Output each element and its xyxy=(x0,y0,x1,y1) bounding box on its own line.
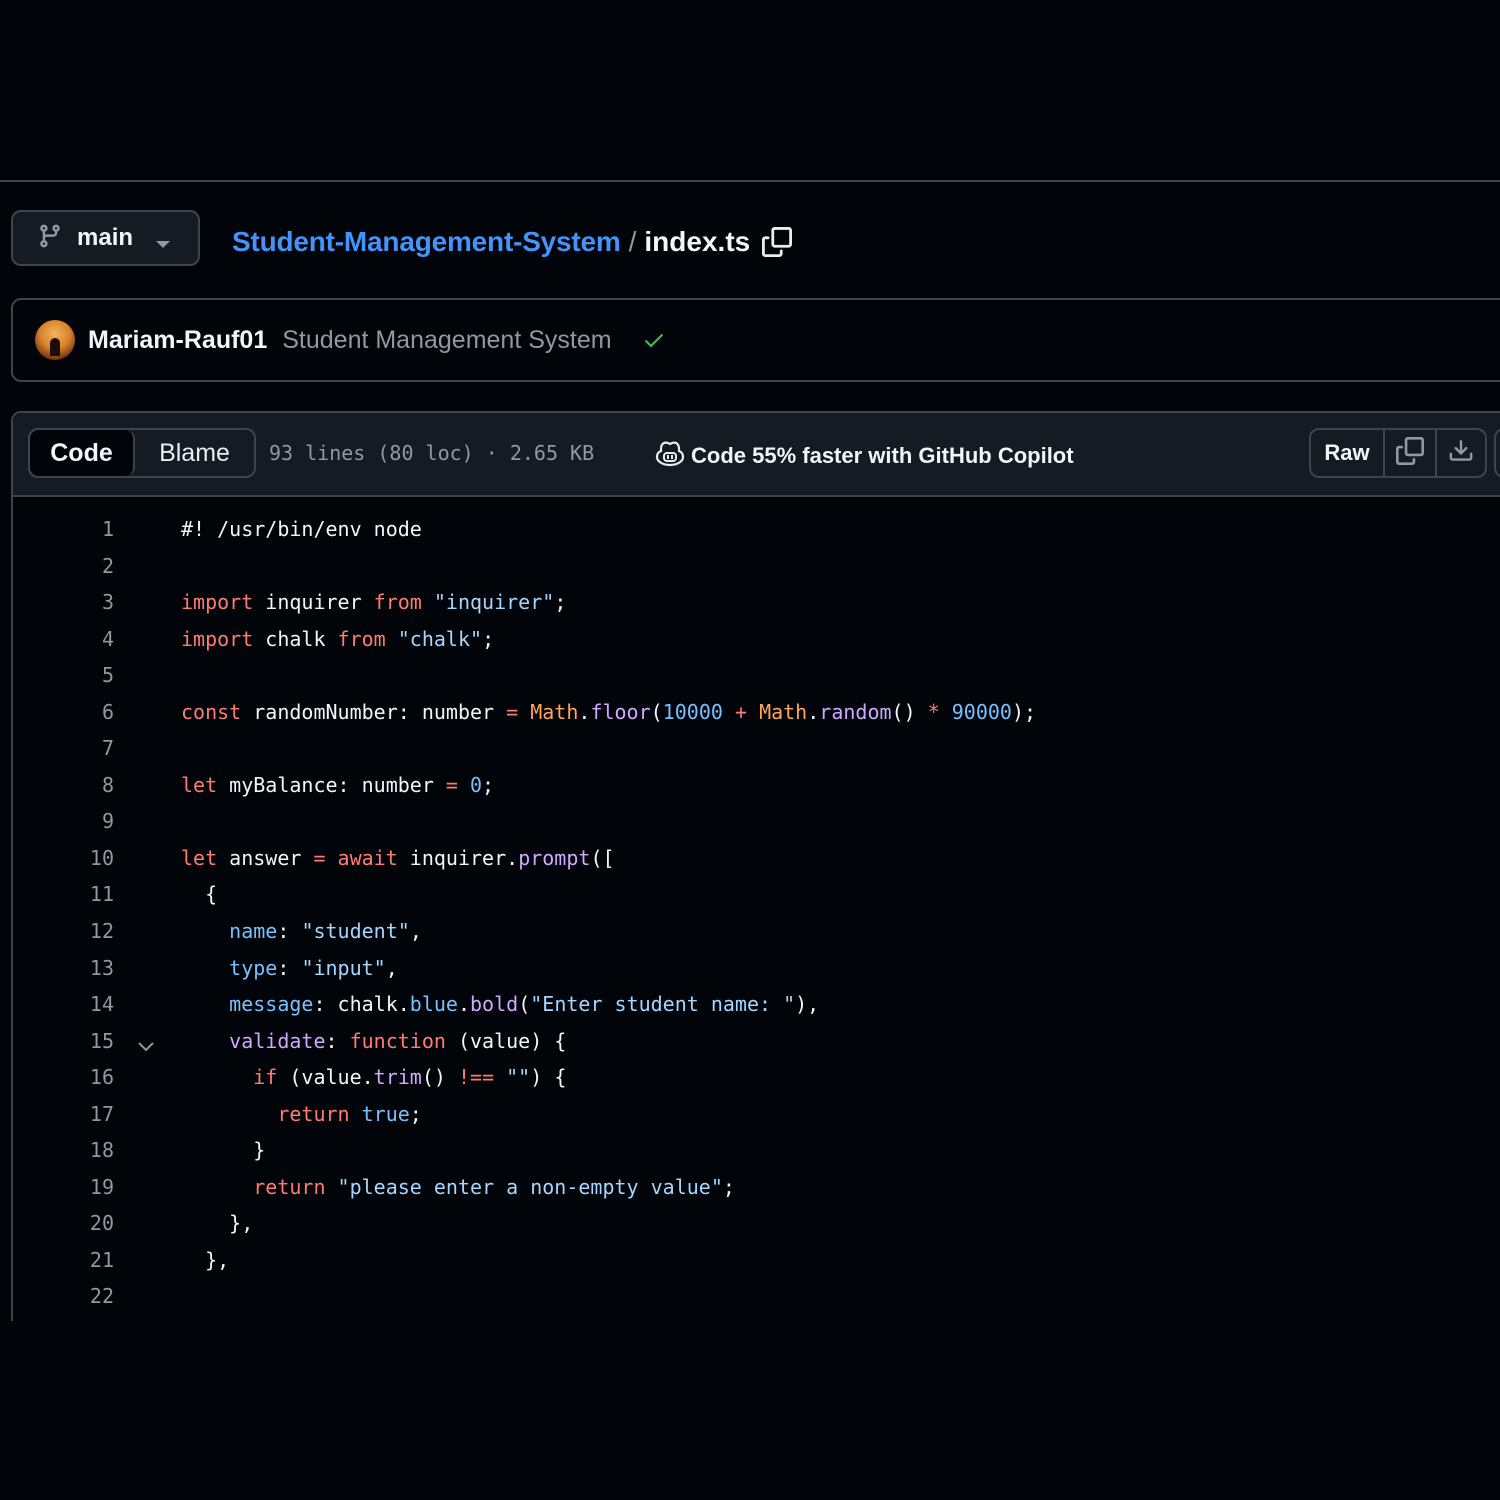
chevron-down-icon xyxy=(156,236,170,254)
line-number[interactable]: 15 xyxy=(34,1023,114,1060)
code-line: 14 message: chalk.blue.bold("Enter stude… xyxy=(13,986,1500,1023)
download-icon xyxy=(1448,438,1474,469)
code-view[interactable]: 1 #! /usr/bin/env node 2 3 import inquirer f… xyxy=(13,511,1500,1315)
file-header: Code Blame 93 lines (80 loc) · 2.65 KB C… xyxy=(13,413,1500,497)
breadcrumb: Student-Management-System / index.ts xyxy=(232,222,793,262)
check-icon[interactable] xyxy=(642,328,666,352)
line-number[interactable]: 10 xyxy=(34,840,114,877)
breadcrumb-separator: / xyxy=(628,226,637,257)
code-text: }, xyxy=(181,1247,230,1272)
code-line: 20 }, xyxy=(13,1205,1500,1242)
file-meta: 93 lines (80 loc) · 2.65 KB xyxy=(269,441,595,465)
line-number[interactable]: 17 xyxy=(34,1096,114,1133)
line-number[interactable]: 22 xyxy=(34,1278,114,1315)
line-number[interactable]: 4 xyxy=(34,621,114,658)
code-line: 12 name: "student", xyxy=(13,913,1500,950)
header-divider xyxy=(0,180,1500,182)
code-text: } xyxy=(181,1138,266,1163)
line-number[interactable]: 5 xyxy=(34,657,114,694)
more-options-button[interactable] xyxy=(1494,428,1500,478)
code-text: { xyxy=(181,882,218,907)
file-viewer: Code Blame 93 lines (80 loc) · 2.65 KB C… xyxy=(11,411,1500,1321)
line-number[interactable]: 16 xyxy=(34,1059,114,1096)
code-line: 18 } xyxy=(13,1132,1500,1169)
code-line: 6 const randomNumber: number = Math.floor… xyxy=(13,694,1500,731)
tab-code[interactable]: Code xyxy=(30,430,135,476)
copilot-icon xyxy=(655,439,685,473)
code-line: 1 #! /usr/bin/env node xyxy=(13,511,1500,548)
code-text: type: "input", xyxy=(229,955,398,980)
code-line: 11 { xyxy=(13,876,1500,913)
code-line: 22 xyxy=(13,1278,1500,1315)
line-number[interactable]: 19 xyxy=(34,1169,114,1206)
line-number[interactable]: 3 xyxy=(34,584,114,621)
code-line: 2 xyxy=(13,548,1500,585)
code-line: 17 return true; xyxy=(13,1096,1500,1133)
view-mode-toggle: Code Blame xyxy=(28,428,256,478)
line-number[interactable]: 9 xyxy=(34,803,114,840)
code-text: }, xyxy=(181,1211,254,1236)
file-actions: Raw xyxy=(1309,428,1487,478)
copilot-promo[interactable]: Code 55% faster with GitHub Copilot xyxy=(655,439,1074,473)
code-text: validate: function (value) { xyxy=(229,1028,567,1053)
copy-icon xyxy=(1396,436,1424,470)
commit-message[interactable]: Student Management System xyxy=(282,326,611,355)
code-text: let answer = await inquirer.prompt([ xyxy=(181,845,615,870)
code-line: 16 if (value.trim() !== "") { xyxy=(13,1059,1500,1096)
line-number[interactable]: 12 xyxy=(34,913,114,950)
line-number[interactable]: 6 xyxy=(34,694,114,731)
avatar[interactable] xyxy=(35,320,75,360)
branch-name: main xyxy=(77,224,134,251)
line-number[interactable]: 1 xyxy=(34,511,114,548)
code-line: 19 return "please enter a non-empty valu… xyxy=(13,1169,1500,1206)
code-line: 8 let myBalance: number = 0; xyxy=(13,767,1500,804)
line-number[interactable]: 13 xyxy=(34,950,114,987)
code-line: 10 let answer = await inquirer.prompt([ xyxy=(13,840,1500,877)
code-text: import chalk from "chalk"; xyxy=(181,626,495,651)
line-number[interactable]: 8 xyxy=(34,767,114,804)
code-line: 4 import chalk from "chalk"; xyxy=(13,621,1500,658)
code-line: 13 type: "input", xyxy=(13,950,1500,987)
line-number[interactable]: 2 xyxy=(34,548,114,585)
raw-button[interactable]: Raw xyxy=(1311,430,1385,476)
code-text: return true; xyxy=(277,1101,422,1126)
commit-author[interactable]: Mariam-Rauf01 xyxy=(88,326,267,355)
line-number[interactable]: 21 xyxy=(34,1242,114,1279)
code-line: 7 xyxy=(13,730,1500,767)
code-text: message: chalk.blue.bold("Enter student … xyxy=(229,992,820,1017)
line-number[interactable]: 14 xyxy=(34,986,114,1023)
line-number[interactable]: 11 xyxy=(34,876,114,913)
copy-path-icon[interactable] xyxy=(762,227,793,257)
download-button[interactable] xyxy=(1437,430,1485,476)
tab-blame[interactable]: Blame xyxy=(135,430,254,476)
code-text: name: "student", xyxy=(229,919,422,944)
code-text: #! /usr/bin/env node xyxy=(181,517,422,541)
line-number[interactable]: 18 xyxy=(34,1132,114,1169)
branch-selector-button[interactable]: main xyxy=(11,210,200,266)
git-branch-icon xyxy=(37,222,63,255)
code-line: 15 validate: function (value) { xyxy=(13,1023,1500,1060)
code-line: 3 import inquirer from "inquirer"; xyxy=(13,584,1500,621)
copy-raw-button[interactable] xyxy=(1385,430,1437,476)
code-text: if (value.trim() !== "") { xyxy=(253,1065,567,1090)
latest-commit-bar: Mariam-Rauf01 Student Management System xyxy=(11,298,1500,382)
line-number[interactable]: 20 xyxy=(34,1205,114,1242)
code-line: 5 xyxy=(13,657,1500,694)
code-text: let myBalance: number = 0; xyxy=(181,772,495,797)
code-text: import inquirer from "inquirer"; xyxy=(181,590,567,615)
code-text: const randomNumber: number = Math.floor(… xyxy=(181,699,1037,724)
copilot-promo-label: Code 55% faster with GitHub Copilot xyxy=(691,443,1074,468)
code-line: 21 }, xyxy=(13,1242,1500,1279)
line-number[interactable]: 7 xyxy=(34,730,114,767)
file-name: index.ts xyxy=(644,226,751,257)
code-text: return "please enter a non-empty value"; xyxy=(253,1174,735,1199)
code-line: 9 xyxy=(13,803,1500,840)
repo-link[interactable]: Student-Management-System xyxy=(232,226,621,258)
